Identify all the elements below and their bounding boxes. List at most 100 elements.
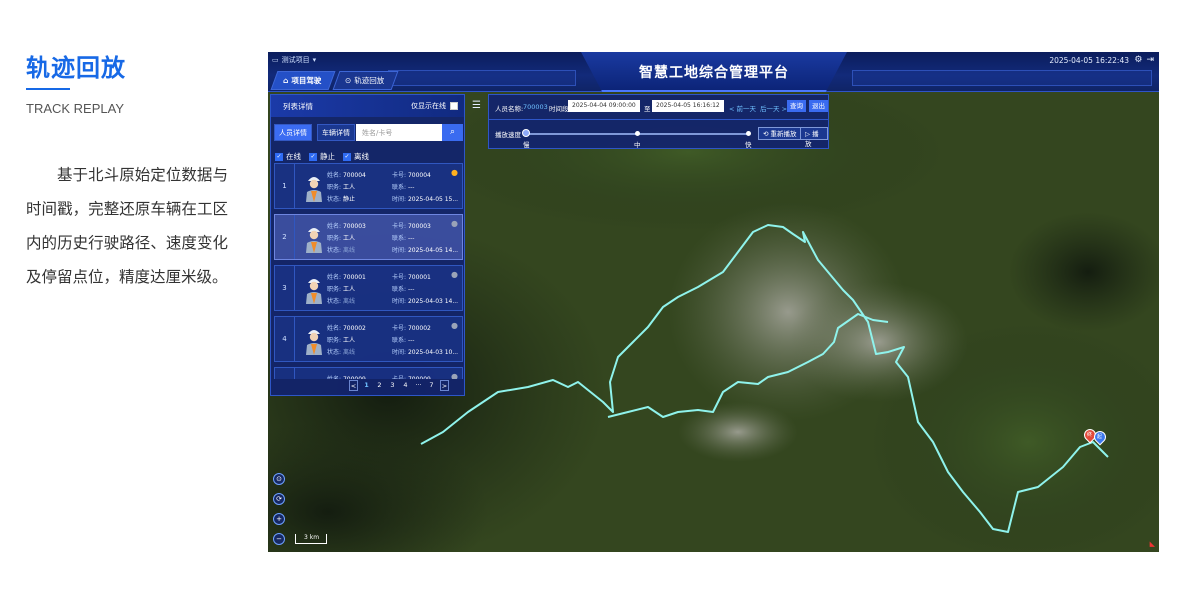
tab-personnel[interactable]: 人员详情 bbox=[274, 124, 312, 141]
filter-label: 离线 bbox=[354, 152, 369, 161]
locate-icon[interactable]: ⊙ bbox=[273, 473, 285, 485]
exit-button[interactable]: 退出 bbox=[809, 100, 828, 112]
field-label: 状态: bbox=[327, 349, 342, 356]
start-time-input[interactable]: 2025-04-04 09:00:00 bbox=[568, 100, 640, 112]
top-bar: ▭ 测试项目 ▾ 智慧工地综合管理平台 ⌂ 项目驾驶 ⊙ 轨迹回放 2025-04-… bbox=[268, 52, 1159, 92]
person-role: 工人 bbox=[342, 337, 355, 344]
replay-button[interactable]: ⟲ 重新播放 bbox=[758, 127, 802, 140]
card-number: 700004 bbox=[407, 172, 431, 179]
list-toggle-icon[interactable]: ☰ bbox=[472, 100, 481, 111]
zoom-in-icon[interactable]: + bbox=[273, 513, 285, 525]
logout-icon[interactable]: ⇥ bbox=[1146, 55, 1154, 65]
location-pin-icon[interactable]: ● bbox=[451, 372, 458, 379]
field-label: 时间: bbox=[392, 349, 407, 356]
filter-offline[interactable]: ✓ 离线 bbox=[343, 151, 369, 162]
filter-online[interactable]: ✓ 在线 bbox=[275, 151, 301, 162]
filter-label: 在线 bbox=[286, 152, 301, 161]
top-icons: ⚙ ⇥ bbox=[1134, 55, 1154, 65]
refresh-icon[interactable]: ⟳ bbox=[273, 493, 285, 505]
person-role: 工人 bbox=[342, 235, 355, 242]
status-badge: 离线 bbox=[342, 349, 355, 356]
chevron-down-icon: ▾ bbox=[312, 56, 317, 64]
row-index: 4 bbox=[275, 317, 295, 361]
list-item[interactable]: 5姓名: 700009职务: 状态: 卡号: 700009联系: 时间: ● bbox=[274, 367, 463, 379]
start-marker-label: 起 bbox=[1097, 434, 1103, 440]
field-label: 姓名: bbox=[327, 274, 342, 281]
status-badge: 静止 bbox=[342, 196, 355, 203]
field-label: 状态: bbox=[327, 196, 342, 203]
personnel-list: 1 姓名: 700004 职务: 工人 状态: 静止 卡号: 700004 联系: ---… bbox=[274, 163, 463, 379]
location-pin-icon[interactable]: ● bbox=[451, 168, 458, 177]
worker-avatar-icon bbox=[306, 279, 322, 304]
to-label: 至 bbox=[644, 105, 651, 113]
location-pin-icon[interactable]: ● bbox=[451, 219, 458, 228]
list-item[interactable]: 2 姓名: 700003 职务: 工人 状态: 离线 卡号: 700003 联系: ---… bbox=[274, 214, 463, 260]
intro-title: 轨迹回放 bbox=[26, 54, 126, 82]
field-label: 职务: bbox=[327, 286, 342, 293]
app-title: 智慧工地综合管理平台 bbox=[639, 65, 789, 81]
search-query-button[interactable]: 查询 bbox=[787, 100, 806, 112]
list-item[interactable]: 3 姓名: 700001 职务: 工人 状态: 离线 卡号: 700001 联系: ---… bbox=[274, 265, 463, 311]
pager-page-4[interactable]: 4 bbox=[401, 380, 410, 391]
search-button[interactable]: ⌕ bbox=[442, 124, 463, 141]
last-seen-time: 2025-04-03 10... bbox=[407, 349, 459, 356]
field-label: 职务: bbox=[327, 337, 342, 344]
worker-avatar-icon bbox=[306, 177, 322, 202]
map-logo-icon: ◣ bbox=[1149, 540, 1155, 548]
last-seen-time: 2025-04-05 14... bbox=[407, 247, 459, 254]
speed-label: 播放速度 bbox=[495, 131, 521, 139]
row-index: 1 bbox=[275, 164, 295, 208]
speed-slider-tick bbox=[746, 131, 751, 136]
row-index: 2 bbox=[275, 215, 295, 259]
project-select[interactable]: ▭ 测试项目 ▾ bbox=[272, 55, 316, 65]
online-only-checkbox[interactable] bbox=[450, 102, 458, 110]
pagination: <1 2 3 4 ··· 7 > bbox=[349, 380, 449, 391]
field-label: 职务: bbox=[327, 235, 342, 242]
field-label: 卡号: bbox=[392, 223, 407, 230]
map-scale-label: 3 km bbox=[304, 534, 320, 541]
pager-page-5[interactable]: ··· bbox=[414, 380, 423, 391]
location-pin-icon[interactable]: ● bbox=[451, 270, 458, 279]
worker-avatar-icon bbox=[306, 228, 322, 253]
header-decoration-right bbox=[852, 70, 1152, 86]
settings-icon[interactable]: ⚙ bbox=[1134, 55, 1142, 65]
field-label: 联系: bbox=[392, 184, 407, 191]
list-item[interactable]: 1 姓名: 700004 职务: 工人 状态: 静止 卡号: 700004 联系: ---… bbox=[274, 163, 463, 209]
play-button[interactable]: ▷ 播放 bbox=[800, 127, 828, 148]
pager-page-2[interactable]: 2 bbox=[375, 380, 384, 391]
field-label: 姓名: bbox=[327, 172, 342, 179]
search-icon: ⌕ bbox=[449, 127, 456, 137]
online-only-toggle[interactable]: 仅显示在线 bbox=[411, 101, 458, 111]
pager-page-6[interactable]: 7 bbox=[427, 380, 436, 391]
list-panel: 列表详情 仅显示在线 人员详情 车辆详情 姓名/卡号 ⌕ ✓ 在线 ✓ 静止 ✓ 离线… bbox=[270, 94, 465, 396]
card-number: 700002 bbox=[407, 325, 431, 332]
tab-vehicles[interactable]: 车辆详情 bbox=[317, 124, 355, 141]
person-name: 700002 bbox=[342, 325, 366, 332]
prev-day-button[interactable]: < 前一天 bbox=[729, 103, 756, 113]
speed-slider-knob[interactable] bbox=[522, 129, 530, 137]
pager-next-button[interactable]: > bbox=[440, 380, 449, 391]
pager-page-3[interactable]: 3 bbox=[388, 380, 397, 391]
status-filters: ✓ 在线 ✓ 静止 ✓ 离线 bbox=[275, 151, 369, 162]
next-day-button[interactable]: 后一天 > bbox=[760, 103, 787, 113]
tab-track-replay[interactable]: ⊙ 轨迹回放 bbox=[332, 71, 400, 90]
query-panel: 人员名称: 700003 时间段 2025-04-04 09:00:00 至 2… bbox=[488, 94, 829, 149]
field-label: 联系: bbox=[392, 337, 407, 344]
field-label: 时间: bbox=[392, 298, 407, 305]
pager-prev-button[interactable]: < bbox=[349, 380, 358, 391]
location-pin-icon[interactable]: ● bbox=[451, 321, 458, 330]
pager-page-1[interactable]: 1 bbox=[362, 380, 371, 391]
tab-project-drive[interactable]: ⌂ 项目驾驶 bbox=[270, 71, 336, 90]
location-icon: ⊙ bbox=[345, 76, 352, 85]
tab-label: 轨迹回放 bbox=[354, 76, 385, 85]
search-input[interactable]: 姓名/卡号 bbox=[356, 124, 442, 141]
list-item[interactable]: 4 姓名: 700002 职务: 工人 状态: 离线 卡号: 700002 联系: ---… bbox=[274, 316, 463, 362]
check-icon: ✓ bbox=[275, 152, 283, 161]
zoom-out-icon[interactable]: − bbox=[273, 533, 285, 545]
query-divider bbox=[489, 119, 828, 120]
filter-stationary[interactable]: ✓ 静止 bbox=[309, 151, 335, 162]
contact-value: --- bbox=[407, 286, 415, 293]
end-time-input[interactable]: 2025-04-05 16:16:12 bbox=[652, 100, 724, 112]
field-label: 时间: bbox=[392, 247, 407, 254]
field-label: 姓名: bbox=[327, 325, 342, 332]
